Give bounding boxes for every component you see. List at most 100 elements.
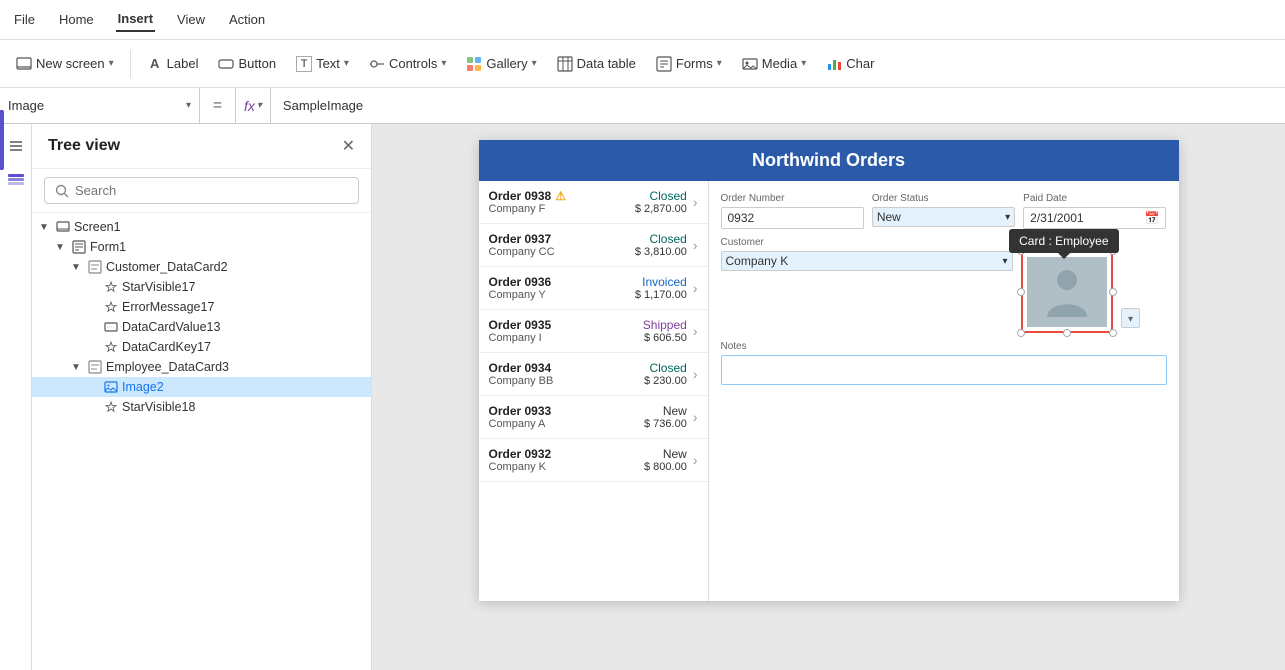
orders-list: Order 0938 ⚠ Company F Closed $ 2,870.00… <box>479 181 709 601</box>
layers-icon[interactable] <box>4 168 28 192</box>
formula-fx-chevron: ▾ <box>257 100 262 111</box>
tree-search-wrapper[interactable] <box>44 177 359 204</box>
notes-field-wrap: Notes <box>721 341 1167 385</box>
tree-node-errormessage17[interactable]: ▶ ErrorMessage17 <box>32 297 371 317</box>
order-item-0932[interactable]: Order 0932 Company K New $ 800.00 › <box>479 439 708 482</box>
controls-button[interactable]: Controls ▾ <box>361 52 454 76</box>
order-status-0937: Closed <box>635 232 687 246</box>
order-num-0932: Order 0932 <box>489 447 645 461</box>
order-status-0933: New <box>644 404 687 418</box>
data-table-button[interactable]: Data table <box>549 52 644 76</box>
employee-dd-arrow: ▾ <box>1128 314 1133 325</box>
forms-label: Forms <box>676 56 713 71</box>
tree-node-form1[interactable]: ▼ Form1 <box>32 237 371 257</box>
gallery-chevron: ▾ <box>532 58 537 69</box>
formula-value-input[interactable]: SampleImage <box>271 98 1285 113</box>
tree-node-starvisible18[interactable]: ▶ StarVisible18 <box>32 397 371 417</box>
tree-node-starvisible17[interactable]: ▶ StarVisible17 <box>32 277 371 297</box>
new-screen-button[interactable]: New screen ▾ <box>8 52 122 76</box>
tree-node-datacardkey17[interactable]: ▶ DataCardKey17 <box>32 337 371 357</box>
data-table-label: Data table <box>577 56 636 71</box>
form-icon <box>72 240 86 254</box>
customer-value: Company K <box>726 254 789 268</box>
order-number-field: Order Number 0932 <box>721 193 864 229</box>
datacardvalue13-label: DataCardValue13 <box>122 320 371 334</box>
formula-selector[interactable]: Image ▾ <box>0 88 200 123</box>
order-num-0934: Order 0934 <box>489 361 645 375</box>
hamburger-button[interactable] <box>2 132 30 160</box>
chart-button[interactable]: Char <box>818 52 882 76</box>
paid-date-value: 2/31/2001 📅 <box>1023 207 1166 229</box>
tree-close-button[interactable]: ✕ <box>342 136 355 156</box>
label-icon: A <box>147 56 163 72</box>
order-status-0932: New <box>644 447 687 461</box>
text-button[interactable]: T Text ▾ <box>288 52 357 76</box>
menu-home[interactable]: Home <box>57 8 96 31</box>
order-arrow-0936: › <box>693 280 698 296</box>
handle-ml[interactable] <box>1017 288 1025 296</box>
handle-mr[interactable] <box>1109 288 1117 296</box>
order-amount-0938: $ 2,870.00 <box>635 203 687 215</box>
order-item-0935[interactable]: Order 0935 Company I Shipped $ 606.50 › <box>479 310 708 353</box>
customer-datacard2-label: Customer_DataCard2 <box>106 260 371 274</box>
order-status-0934: Closed <box>644 361 687 375</box>
order-item-0938[interactable]: Order 0938 ⚠ Company F Closed $ 2,870.00… <box>479 181 708 224</box>
order-item-0936[interactable]: Order 0936 Company Y Invoiced $ 1,170.00… <box>479 267 708 310</box>
order-status-0935: Shipped <box>643 318 687 332</box>
label-label: Label <box>167 56 199 71</box>
text-label: Text <box>316 56 340 71</box>
order-company-0934: Company BB <box>489 375 645 387</box>
formula-bar: Image ▾ = fx ▾ SampleImage <box>0 88 1285 124</box>
data-table-icon <box>557 56 573 72</box>
employee-datacard3-label: Employee_DataCard3 <box>106 360 371 374</box>
button-button[interactable]: Button <box>210 52 284 76</box>
star-icon-dck17 <box>104 340 118 354</box>
order-status-dropdown[interactable]: New ▾ <box>872 207 1015 227</box>
active-indicator <box>0 110 4 170</box>
customer-dropdown[interactable]: Company K ▾ <box>721 251 1013 271</box>
tree-node-customer-datacard2[interactable]: ▼ Customer_DataCard2 <box>32 257 371 277</box>
formula-fx-button[interactable]: fx ▾ <box>236 88 271 123</box>
tree-title: Tree view <box>48 137 120 155</box>
handle-bc[interactable] <box>1063 329 1071 337</box>
handle-bl[interactable] <box>1017 329 1025 337</box>
media-icon <box>742 56 758 72</box>
search-input[interactable] <box>75 183 348 198</box>
customer-arrow: ▾ <box>1002 256 1007 267</box>
order-item-0934[interactable]: Order 0934 Company BB Closed $ 230.00 › <box>479 353 708 396</box>
menu-action[interactable]: Action <box>227 8 267 31</box>
forms-button[interactable]: Forms ▾ <box>648 52 730 76</box>
order-number-label: Order Number <box>721 193 864 204</box>
label-button[interactable]: A Label <box>139 52 207 76</box>
order-num-0938: Order 0938 ⚠ <box>489 189 635 203</box>
handle-br[interactable] <box>1109 329 1117 337</box>
paid-date-field: Paid Date 2/31/2001 📅 <box>1023 193 1166 229</box>
warn-icon-0938: ⚠ <box>555 189 566 203</box>
employee-dropdown-btn[interactable]: ▾ <box>1121 308 1140 328</box>
sep1 <box>130 50 131 78</box>
order-item-0933[interactable]: Order 0933 Company A New $ 736.00 › <box>479 396 708 439</box>
gallery-button[interactable]: Gallery ▾ <box>458 52 544 76</box>
new-screen-chevron: ▾ <box>109 58 114 69</box>
order-detail-panel: Card : Employee Order Number 0932 Order … <box>709 181 1179 601</box>
media-button[interactable]: Media ▾ <box>734 52 814 76</box>
employee-image <box>1027 257 1107 327</box>
new-screen-label: New screen <box>36 56 105 71</box>
order-status-0938: Closed <box>635 189 687 203</box>
tree-node-employee-datacard3[interactable]: ▼ Employee_DataCard3 <box>32 357 371 377</box>
formula-fx-label: fx <box>244 98 255 114</box>
tree-node-image2[interactable]: ▶ Image2 <box>32 377 371 397</box>
order-item-0937[interactable]: Order 0937 Company CC Closed $ 3,810.00 … <box>479 224 708 267</box>
menu-view[interactable]: View <box>175 8 207 31</box>
tree-node-screen1[interactable]: ▼ Screen1 <box>32 217 371 237</box>
menu-insert[interactable]: Insert <box>116 7 155 32</box>
order-amount-0937: $ 3,810.00 <box>635 246 687 258</box>
customer-field: Customer Company K ▾ <box>721 237 1013 333</box>
tree-node-datacardvalue13[interactable]: ▶ DataCardValue13 <box>32 317 371 337</box>
order-status-value: New <box>877 210 901 224</box>
menu-file[interactable]: File <box>12 8 37 31</box>
notes-input[interactable] <box>721 355 1167 385</box>
employee-image-box[interactable] <box>1021 251 1113 333</box>
order-status-field: Order Status New ▾ <box>872 193 1015 229</box>
button-icon <box>218 56 234 72</box>
